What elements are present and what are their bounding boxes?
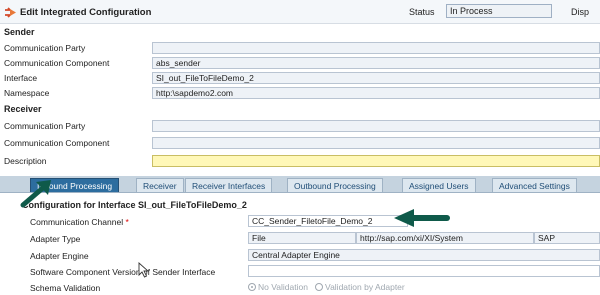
required-marker: *: [125, 217, 129, 227]
sender-component-field[interactable]: abs_sender: [152, 57, 600, 69]
radio-no-validation-label: No Validation: [258, 282, 308, 292]
adapter-type-label: Adapter Type: [30, 234, 81, 244]
adapter-engine-field[interactable]: Central Adapter Engine: [248, 249, 600, 261]
adapter-type-namespace-field[interactable]: http://sap.com/xi/XI/System: [356, 232, 534, 244]
schema-validation-label: Schema Validation: [30, 283, 101, 293]
tab-outbound-processing[interactable]: Outbound Processing: [287, 178, 383, 192]
receiver-component-field[interactable]: [152, 137, 600, 149]
sender-party-label: Communication Party: [4, 43, 86, 53]
receiver-party-label: Communication Party: [4, 121, 86, 131]
status-label: Status: [409, 7, 435, 17]
sw-version-field[interactable]: [248, 265, 600, 277]
sender-namespace-field[interactable]: http:\sapdemo2.com: [152, 87, 600, 99]
tab-bar: Inbound Processing Receiver Receiver Int…: [0, 176, 600, 193]
adapter-engine-label: Adapter Engine: [30, 251, 89, 261]
tab-assigned-users[interactable]: Assigned Users: [402, 178, 476, 192]
description-label: Description: [4, 156, 47, 166]
radio-validation-by-adapter[interactable]: [315, 283, 324, 291]
receiver-heading: Receiver: [4, 104, 42, 114]
sender-interface-field[interactable]: SI_out_FileToFileDemo_2: [152, 72, 600, 84]
tab-receiver[interactable]: Receiver: [136, 178, 184, 192]
sender-namespace-label: Namespace: [4, 88, 50, 98]
receiver-component-label: Communication Component: [4, 138, 110, 148]
page-title: Edit Integrated Configuration: [4, 7, 151, 18]
communication-channel-input[interactable]: CC_Sender_FiletoFile_Demo_2: [248, 215, 408, 227]
tab-receiver-interfaces[interactable]: Receiver Interfaces: [185, 178, 273, 192]
sender-heading: Sender: [4, 27, 35, 37]
sender-component-label: Communication Component: [4, 58, 110, 68]
tab-advanced-settings[interactable]: Advanced Settings: [492, 178, 577, 192]
config-heading: Configuration for Interface SI_out_FileT…: [22, 200, 247, 210]
title-bar: Edit Integrated Configuration Status In …: [0, 0, 600, 24]
display-label[interactable]: Disp: [571, 7, 589, 17]
radio-validation-by-adapter-label: Validation by Adapter: [325, 282, 405, 292]
adapter-type-extra-field[interactable]: SAP: [534, 232, 600, 244]
receiver-party-field[interactable]: [152, 120, 600, 132]
status-field: In Process: [446, 4, 552, 18]
adapter-type-field[interactable]: File: [248, 232, 356, 244]
schema-validation-options: No Validation Validation by Adapter: [248, 282, 405, 292]
sw-version-label: Software Component Version of Sender Int…: [30, 267, 216, 277]
channel-label-text: Communication Channel: [30, 217, 124, 227]
description-field[interactable]: [152, 155, 600, 167]
page-title-text: Edit Integrated Configuration: [20, 7, 152, 19]
edit-config-icon: [5, 7, 16, 18]
tab-inbound-processing[interactable]: Inbound Processing: [30, 178, 120, 192]
channel-label: Communication Channel *: [30, 217, 129, 227]
sender-interface-label: Interface: [4, 73, 38, 83]
radio-no-validation[interactable]: [248, 283, 256, 291]
sender-party-field[interactable]: [152, 42, 600, 54]
